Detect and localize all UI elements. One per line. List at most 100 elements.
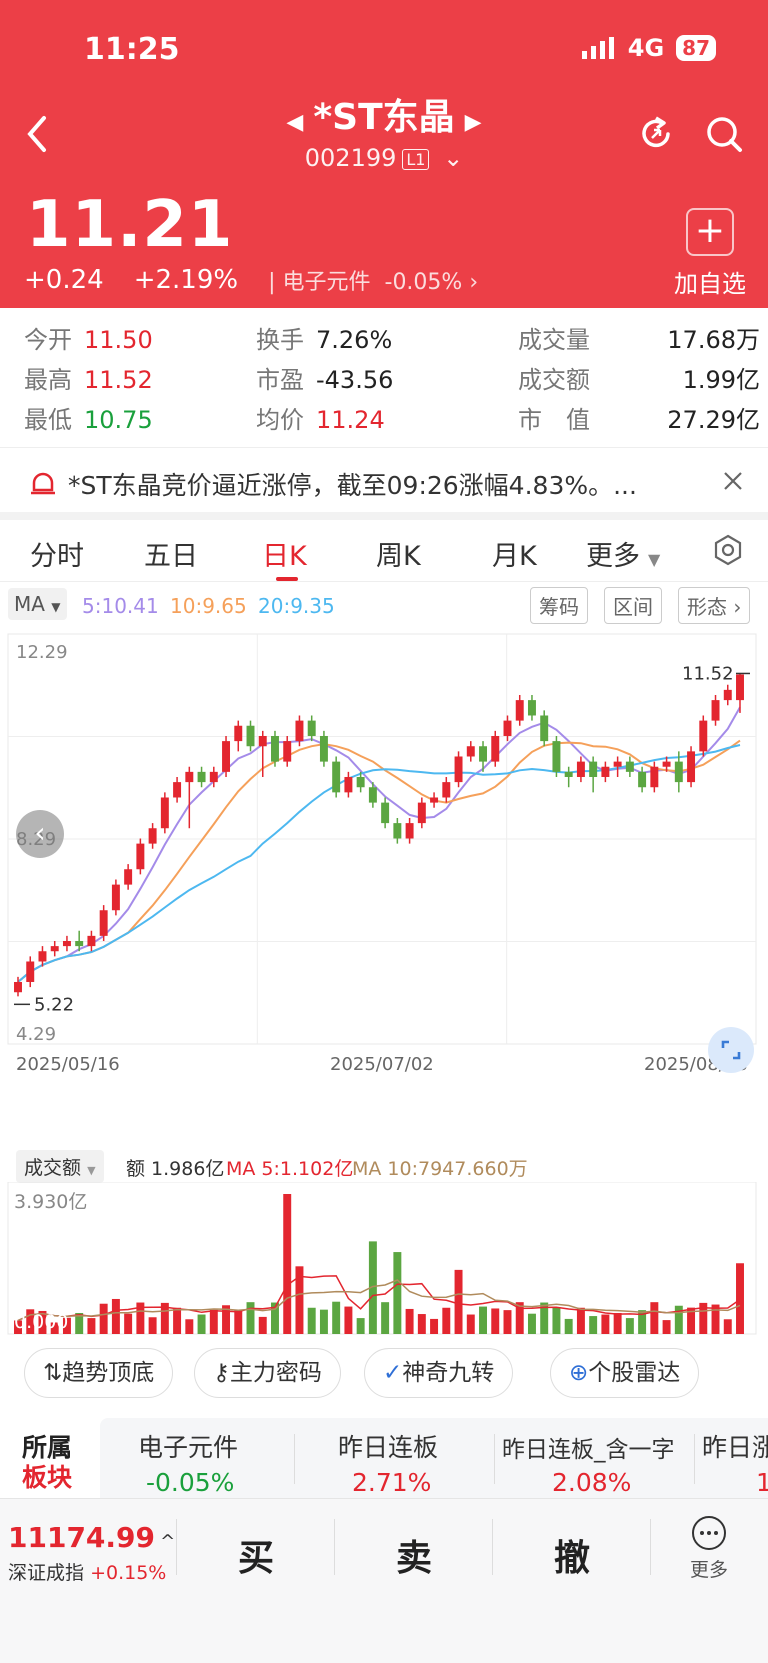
prev-stock-icon[interactable]: ◀ [286,110,303,135]
stat-label: 最低 [24,406,72,434]
candle [283,735,292,767]
candle-body [136,843,145,870]
price-change-pct: +2.19% [133,265,239,295]
sector-item-name[interactable]: 昨日涨 [702,1428,768,1464]
tab-more[interactable]: 更多 ▼ [586,534,660,573]
candle [576,756,585,783]
volume-chart[interactable]: 3.930亿 0.000 [0,1182,768,1336]
candle-body [271,735,279,762]
stat-label: 成交量 [518,326,590,354]
stat-label: 市 值 [518,406,590,434]
sort-icon: ⇅ [43,1360,63,1386]
tab-daily-k[interactable]: 日K [262,534,307,573]
cancel-order-button[interactable]: 撤 [554,1529,590,1581]
candle [381,797,390,829]
stat-value: 7.26% [316,326,393,354]
candle [564,766,573,788]
more-button[interactable]: 更多 [690,1515,728,1582]
magic-nine-button[interactable]: ✓神奇九转 [364,1348,514,1398]
main-force-button[interactable]: ⚷主力密码 [194,1348,341,1398]
volume-bar [99,1303,108,1334]
price-change: +0.24 [24,265,104,295]
volume-bar [307,1307,316,1334]
news-banner[interactable]: *ST东晶竞价逼近涨停，截至09:26涨幅4.83%。... [0,452,768,512]
index-value: 11174.99 [8,1521,156,1554]
chart-labels: 12.298.294.2911.525.222025/05/162025/07/… [14,642,750,1075]
tool-pills: ⇅趋势顶底 ⚷主力密码 ✓神奇九转 ⊕个股雷达 [0,1344,768,1404]
candle [687,746,696,788]
tab-intraday[interactable]: 分时 [30,534,84,573]
candle-body [430,797,439,803]
refresh-icon[interactable] [636,114,676,154]
volume-bar [662,1320,671,1334]
candle-body [589,761,598,777]
stat-value: 1.99亿 [682,366,760,394]
trend-top-bottom-button[interactable]: ⇅趋势顶底 [24,1348,174,1398]
stock-name: *ST东晶 [313,97,455,138]
volume-bar [576,1307,585,1334]
pattern-button[interactable]: 形态 › [678,587,751,624]
search-icon[interactable] [704,114,744,154]
date-label-mid: 2025/07/02 [330,1054,434,1075]
candle [711,694,720,726]
ma-selector[interactable]: MA ▼ [8,588,67,620]
chevron-down-icon[interactable]: ⌄ [443,144,463,172]
candle [625,756,634,777]
sector-link[interactable]: | 电子元件 -0.05% › [268,264,478,296]
sector-item-name[interactable]: 电子元件 [138,1428,238,1464]
ma-lines [17,706,741,983]
candle-body [246,725,255,747]
tab-weekly-k[interactable]: 周K [376,534,421,573]
stat-item: 最低 10.75 [24,400,153,435]
candle-body [540,715,549,742]
volume-bar [736,1263,744,1334]
stat-value: 11.52 [84,366,153,394]
candle [99,905,108,941]
candle [699,715,708,757]
sell-button[interactable]: 卖 [396,1529,432,1581]
volume-bar [601,1314,610,1334]
candle-body [479,746,487,762]
candle-body [344,776,353,793]
caret-down-icon: ▼ [87,1164,96,1177]
close-icon[interactable] [722,470,744,492]
settings-icon[interactable] [712,534,744,566]
tab-five-day[interactable]: 五日 [144,534,198,573]
volume-bar [185,1319,194,1334]
chips-button[interactable]: 筹码 [530,587,588,624]
candle [124,864,133,890]
candle-body [576,761,585,777]
next-stock-icon[interactable]: ▶ [465,110,482,135]
candle-body [26,961,35,982]
divider [494,1434,495,1484]
candle [319,730,328,767]
volume-selector[interactable]: 成交额 ▼ [16,1150,104,1183]
chart-back-icon[interactable]: ‹ [16,810,64,858]
sector-item-name[interactable]: 昨日连板 [338,1428,438,1464]
candle-body [466,746,475,757]
index-pct: +0.15% [90,1562,167,1584]
candle-body [124,869,133,885]
fullscreen-button[interactable] [708,1027,754,1073]
add-favorite-button[interactable]: + [686,208,734,256]
candlestick-chart[interactable]: 12.298.294.2911.525.222025/05/162025/07/… [0,626,768,1146]
stat-item: 换手 7.26% [256,320,392,355]
range-button[interactable]: 区间 [604,587,662,624]
buy-button[interactable]: 买 [238,1529,274,1581]
stat-label: 换手 [256,326,304,354]
sector-item-name[interactable]: 昨日连板_含一字 [502,1430,675,1464]
candle [160,792,169,834]
candle [491,730,500,767]
tab-monthly-k[interactable]: 月K [492,534,537,573]
add-favorite-label[interactable]: 加自选 [674,264,746,299]
stock-radar-button[interactable]: ⊕个股雷达 [550,1348,700,1398]
expand-icon [721,1040,741,1060]
candle-body [62,940,71,947]
candle-body [515,700,524,721]
sector-strip: 所属 板块 电子元件 -0.05% 昨日连板 2.71% 昨日连板_含一字 2.… [0,1418,768,1498]
sector-title: 所属 板块 [0,1418,100,1498]
candle [601,761,610,783]
index-ticker[interactable]: 11174.99 ^ 深证成指 +0.15% [8,1521,175,1585]
stat-value: 11.50 [84,326,153,354]
candle [111,879,120,916]
